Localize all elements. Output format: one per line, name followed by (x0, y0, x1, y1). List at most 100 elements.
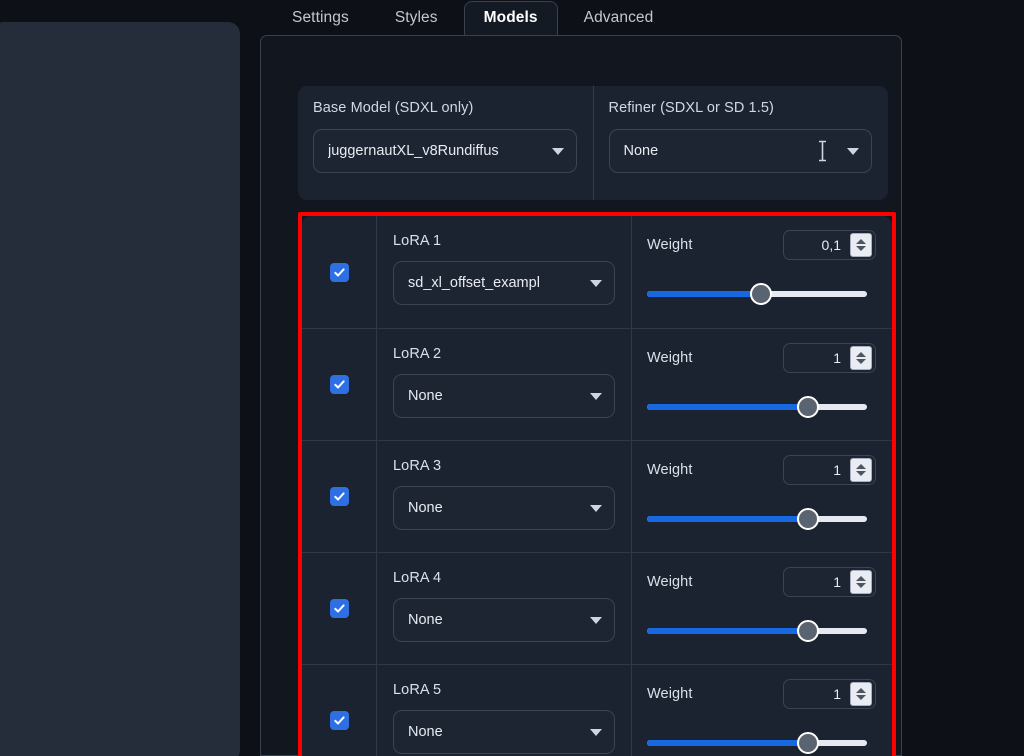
lora-2-weight-head: Weight 1 (647, 343, 876, 373)
spinner-arrows-icon[interactable] (850, 682, 872, 706)
slider-fill (647, 516, 808, 522)
slider-thumb[interactable] (796, 732, 819, 754)
base-refiner-card: Base Model (SDXL only) juggernautXL_v8Ru… (298, 86, 888, 200)
base-model-column: Base Model (SDXL only) juggernautXL_v8Ru… (298, 86, 593, 200)
lora-3-weight-slider[interactable] (647, 508, 867, 530)
lora-5-weight-label: Weight (647, 686, 693, 702)
lora-2-name-cell: LoRA 2 None (377, 329, 632, 440)
chevron-down-icon (551, 147, 564, 155)
slider-thumb[interactable] (796, 396, 819, 418)
lora-2-weight-cell: Weight 1 (632, 329, 892, 440)
base-model-value: juggernautXL_v8Rundiffus (328, 143, 499, 159)
lora-4-weight-cell: Weight 1 (632, 553, 892, 664)
lora-1-model-select[interactable]: sd_xl_offset_exampl (393, 261, 615, 305)
spinner-arrows-icon[interactable] (850, 233, 872, 257)
tab-advanced[interactable]: Advanced (564, 1, 674, 36)
lora-1-weight-label: Weight (647, 237, 693, 253)
lora-3-weight-cell: Weight 1 (632, 441, 892, 552)
tab-bar: Settings Styles Models Advanced (240, 0, 1024, 36)
table-row: LoRA 2 None Weight 1 (302, 328, 892, 440)
tab-styles[interactable]: Styles (375, 1, 458, 36)
lora-3-weight-label: Weight (647, 462, 693, 478)
lora-1-weight-slider[interactable] (647, 283, 867, 305)
lora-2-checkbox[interactable] (329, 375, 349, 394)
table-row: LoRA 3 None Weight 1 (302, 440, 892, 552)
tab-settings[interactable]: Settings (272, 1, 369, 36)
slider-thumb[interactable] (796, 508, 819, 530)
spinner-arrows-icon[interactable] (850, 570, 872, 594)
lora-5-weight-slider[interactable] (647, 732, 867, 754)
spinner-arrows-icon[interactable] (850, 346, 872, 370)
table-row: LoRA 1 sd_xl_offset_exampl Weight 0,1 (302, 216, 892, 328)
base-model-select[interactable]: juggernautXL_v8Rundiffus (313, 129, 577, 173)
lora-3-title: LoRA 3 (393, 458, 442, 474)
lora-4-name-cell: LoRA 4 None (377, 553, 632, 664)
slider-fill (647, 404, 808, 410)
chevron-down-icon (590, 279, 602, 287)
lora-3-name-cell: LoRA 3 None (377, 441, 632, 552)
lora-5-model-select[interactable]: None (393, 710, 615, 754)
lora-5-model-value: None (408, 724, 443, 740)
lora-4-weight-slider[interactable] (647, 620, 867, 642)
table-row: LoRA 4 None Weight 1 (302, 552, 892, 664)
lora-4-enable-cell (302, 553, 377, 664)
check-icon (333, 716, 345, 725)
lora-4-weight-value: 1 (833, 574, 841, 590)
check-icon (333, 604, 345, 613)
lora-1-weight-spinner[interactable]: 0,1 (783, 230, 876, 260)
lora-2-model-select[interactable]: None (393, 374, 615, 418)
lora-5-weight-head: Weight 1 (647, 679, 876, 709)
check-icon (333, 492, 345, 501)
lora-1-checkbox[interactable] (329, 262, 349, 282)
app-root: Settings Styles Models Advanced Base Mod… (0, 0, 1024, 756)
lora-2-weight-spinner[interactable]: 1 (783, 343, 876, 373)
check-icon (333, 380, 345, 389)
lora-3-enable-cell (302, 441, 377, 552)
chevron-down-icon (590, 728, 602, 736)
background-left-panel (0, 22, 240, 756)
lora-5-checkbox[interactable] (329, 711, 349, 730)
lora-1-title: LoRA 1 (393, 233, 442, 249)
check-icon (333, 267, 345, 276)
refiner-label: Refiner (SDXL or SD 1.5) (608, 100, 774, 116)
lora-3-weight-value: 1 (833, 462, 841, 478)
lora-1-model-value: sd_xl_offset_exampl (408, 275, 540, 291)
table-row: LoRA 5 None Weight 1 (302, 664, 892, 756)
refiner-value: None (623, 143, 659, 159)
lora-table: LoRA 1 sd_xl_offset_exampl Weight 0,1 Lo… (302, 216, 892, 756)
lora-2-enable-cell (302, 329, 377, 440)
lora-1-weight-value: 0,1 (821, 237, 841, 253)
lora-2-weight-value: 1 (833, 350, 841, 366)
lora-3-model-value: None (408, 500, 443, 516)
lora-4-checkbox[interactable] (329, 599, 349, 618)
refiner-column: Refiner (SDXL or SD 1.5) None (592, 86, 889, 200)
lora-5-name-cell: LoRA 5 None (377, 665, 632, 756)
slider-thumb[interactable] (796, 620, 819, 642)
refiner-select[interactable]: None (608, 129, 872, 173)
lora-4-weight-label: Weight (647, 574, 693, 590)
slider-thumb[interactable] (750, 283, 773, 305)
tab-models[interactable]: Models (463, 0, 558, 36)
lora-3-checkbox[interactable] (329, 487, 349, 506)
chevron-down-icon (590, 616, 602, 624)
lora-4-weight-spinner[interactable]: 1 (783, 567, 876, 597)
lora-1-enable-cell (302, 216, 377, 328)
slider-fill (647, 291, 762, 297)
lora-5-weight-value: 1 (833, 686, 841, 702)
lora-4-model-value: None (408, 612, 443, 628)
base-model-label: Base Model (SDXL only) (313, 100, 474, 116)
models-content-area: Settings Styles Models Advanced Base Mod… (240, 0, 1024, 756)
lora-2-weight-slider[interactable] (647, 396, 867, 418)
lora-4-title: LoRA 4 (393, 570, 442, 586)
lora-2-model-value: None (408, 388, 443, 404)
lora-3-weight-head: Weight 1 (647, 455, 876, 485)
spinner-arrows-icon[interactable] (850, 458, 872, 482)
chevron-down-icon (590, 392, 602, 400)
lora-4-model-select[interactable]: None (393, 598, 615, 642)
lora-5-enable-cell (302, 665, 377, 756)
chevron-down-icon (590, 504, 602, 512)
lora-3-weight-spinner[interactable]: 1 (783, 455, 876, 485)
lora-5-weight-spinner[interactable]: 1 (783, 679, 876, 709)
lora-3-model-select[interactable]: None (393, 486, 615, 530)
slider-fill (647, 628, 808, 634)
